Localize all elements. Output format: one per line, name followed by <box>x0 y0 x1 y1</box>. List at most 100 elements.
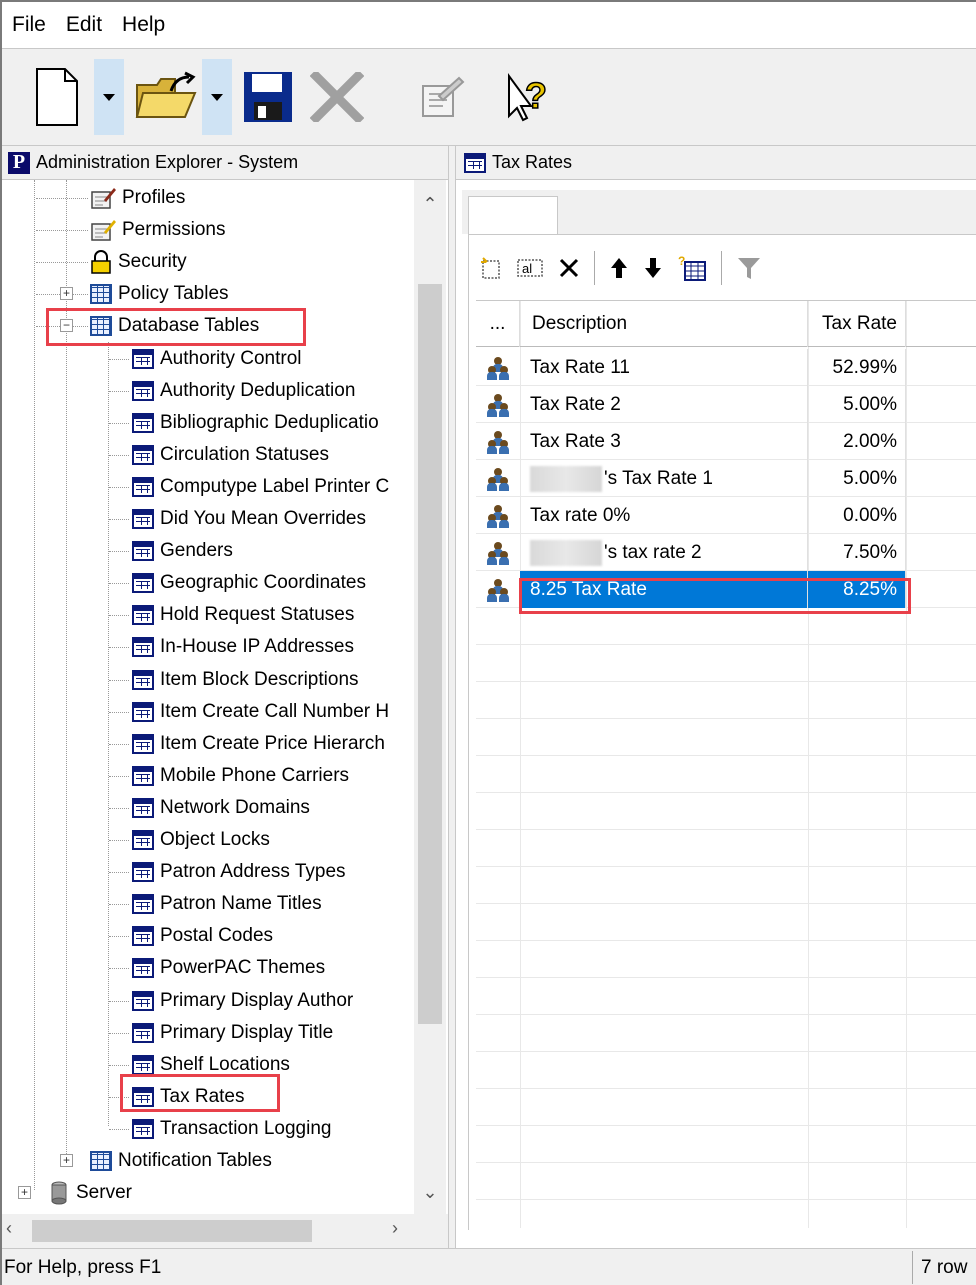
tree-item-item-block-descriptions[interactable]: Item Block Descriptions <box>132 664 359 696</box>
tree-item-bibliographic-deduplicatio[interactable]: Bibliographic Deduplicatio <box>132 407 379 439</box>
cell-tax-rate[interactable]: 0.00% <box>808 497 906 534</box>
tree-vertical-scrollbar[interactable]: ⌃ ⌄ <box>414 180 446 1214</box>
expander-database-tables[interactable]: − <box>60 319 73 333</box>
scroll-right-arrow-icon[interactable]: › <box>392 1218 398 1239</box>
table-row[interactable]: Tax rate 0% 0.00% <box>476 497 976 534</box>
empty-row <box>476 1126 976 1163</box>
tree-item-security[interactable]: Security <box>90 246 187 278</box>
tree-hscroll-thumb[interactable] <box>32 1220 312 1242</box>
tab-blank[interactable] <box>468 196 558 236</box>
tree-item-notification-tables[interactable]: Notification Tables <box>90 1145 272 1177</box>
tree-item-permissions[interactable]: Permissions <box>90 214 225 246</box>
table-row[interactable]: 's Tax Rate 1 5.00% <box>476 460 976 497</box>
open-button[interactable] <box>132 59 202 135</box>
save-button[interactable] <box>238 59 298 135</box>
description-text: 8.25 Tax Rate <box>530 578 647 600</box>
table-row[interactable]: Tax Rate 2 5.00% <box>476 386 976 423</box>
new-row-icon[interactable] <box>480 256 502 280</box>
tree-item-genders[interactable]: Genders <box>132 535 233 567</box>
menu-edit[interactable]: Edit <box>66 13 102 37</box>
tree-item-primary-display-author[interactable]: Primary Display Author <box>132 985 353 1017</box>
tree-item-item-create-call-number-h[interactable]: Item Create Call Number H <box>132 696 389 728</box>
tree-item-transaction-logging[interactable]: Transaction Logging <box>132 1113 331 1145</box>
explorer-tree[interactable]: Profiles Permissions Security + Policy Table… <box>2 180 448 1214</box>
table-row[interactable]: Tax Rate 3 2.00% <box>476 423 976 460</box>
new-document-icon <box>36 68 78 126</box>
table-row[interactable]: Tax Rate 11 52.99% <box>476 349 976 386</box>
menu-help[interactable]: Help <box>122 13 165 37</box>
column-header-tax-rate[interactable]: Tax Rate <box>808 301 906 347</box>
tree-item-label: Hold Request Statuses <box>160 604 355 626</box>
properties-button[interactable] <box>414 59 470 135</box>
scroll-down-arrow-icon[interactable]: ⌄ <box>414 1176 446 1208</box>
pane-splitter[interactable] <box>448 146 456 1248</box>
expander-policy-tables[interactable]: + <box>60 287 73 301</box>
cell-description[interactable]: Tax Rate 11 <box>520 349 808 386</box>
tree-item-policy-tables[interactable]: Policy Tables <box>90 278 229 310</box>
cell-description[interactable]: Tax Rate 3 <box>520 423 808 460</box>
tree-item-computype-label-printer-c[interactable]: Computype Label Printer C <box>132 471 389 503</box>
tree-item-label: Network Domains <box>160 796 310 818</box>
tree-item-patron-name-titles[interactable]: Patron Name Titles <box>132 888 322 920</box>
new-table-item-icon[interactable]: ? <box>677 254 707 282</box>
column-header-selector[interactable]: ... <box>476 301 520 347</box>
user-group-icon <box>487 393 509 417</box>
expander-notification-tables[interactable]: + <box>60 1154 73 1167</box>
filter-icon[interactable] <box>736 255 762 281</box>
tree-item-primary-display-title[interactable]: Primary Display Title <box>132 1017 333 1049</box>
table-row[interactable]: 8.25 Tax Rate 8.25% <box>476 571 976 608</box>
move-up-arrow-icon[interactable] <box>609 256 629 280</box>
tree-item-mobile-phone-carriers[interactable]: Mobile Phone Carriers <box>132 760 349 792</box>
column-header-description[interactable]: Description <box>520 301 808 347</box>
open-dropdown-button[interactable] <box>202 59 232 135</box>
move-down-arrow-icon[interactable] <box>643 256 663 280</box>
tree-item-network-domains[interactable]: Network Domains <box>132 792 310 824</box>
scroll-up-arrow-icon[interactable]: ⌃ <box>414 188 446 220</box>
new-document-button[interactable] <box>24 59 90 135</box>
tree-item-tax-rates[interactable]: Tax Rates <box>132 1081 244 1113</box>
tree-item-hold-request-statuses[interactable]: Hold Request Statuses <box>132 599 354 631</box>
table-icon <box>132 765 154 786</box>
tree-item-postal-codes[interactable]: Postal Codes <box>132 920 273 952</box>
new-dropdown-button[interactable] <box>94 59 124 135</box>
cell-tax-rate[interactable]: 52.99% <box>808 349 906 386</box>
tree-item-circulation-statuses[interactable]: Circulation Statuses <box>132 439 329 471</box>
tree-item-authority-deduplication[interactable]: Authority Deduplication <box>132 375 355 407</box>
cell-description[interactable]: 's Tax Rate 1 <box>520 460 808 497</box>
tree-item-powerpac-themes[interactable]: PowerPAC Themes <box>132 952 325 984</box>
tree-scroll-thumb[interactable] <box>418 284 442 1024</box>
cell-tax-rate[interactable]: 5.00% <box>808 386 906 423</box>
expander-server[interactable]: + <box>18 1186 31 1200</box>
tree-item-label: Tax Rates <box>160 1085 245 1107</box>
tree-item-patron-address-types[interactable]: Patron Address Types <box>132 856 346 888</box>
tree-item-item-create-price-hierarch[interactable]: Item Create Price Hierarch <box>132 728 385 760</box>
tree-item-profiles[interactable]: Profiles <box>90 182 185 214</box>
cell-description[interactable]: Tax rate 0% <box>520 497 808 534</box>
cell-description[interactable]: 8.25 Tax Rate <box>520 571 808 608</box>
tree-item-object-locks[interactable]: Object Locks <box>132 824 270 856</box>
help-button[interactable]: ? <box>498 59 558 135</box>
tree-item-authority-control[interactable]: Authority Control <box>132 343 302 375</box>
tree-item-in-house-ip-addresses[interactable]: In-House IP Addresses <box>132 631 354 663</box>
tree-item-label: Notification Tables <box>118 1150 272 1171</box>
tree-item-server[interactable]: Server <box>48 1177 132 1209</box>
cell-tax-rate[interactable]: 2.00% <box>808 423 906 460</box>
tree-item-database-tables[interactable]: Database Tables <box>90 310 259 342</box>
delete-button[interactable] <box>302 59 372 135</box>
tree-item-did-you-mean-overrides[interactable]: Did You Mean Overrides <box>132 503 366 535</box>
rename-field-icon[interactable]: al <box>516 256 544 280</box>
menu-file[interactable]: File <box>12 13 46 37</box>
tree-horizontal-scrollbar[interactable]: ‹ › <box>2 1214 448 1248</box>
delete-row-icon[interactable] <box>558 257 580 279</box>
tax-rates-grid[interactable]: ... Description Tax Rate Tax Rate 11 52.9… <box>476 300 976 1228</box>
cell-description[interactable]: 's tax rate 2 <box>520 534 808 571</box>
cell-tax-rate[interactable]: 8.25% <box>808 571 906 608</box>
table-row[interactable]: 's tax rate 2 7.50% <box>476 534 976 571</box>
tree-item-geographic-coordinates[interactable]: Geographic Coordinates <box>132 567 366 599</box>
cell-tax-rate[interactable]: 7.50% <box>808 534 906 571</box>
table-icon <box>132 894 154 915</box>
cell-tax-rate[interactable]: 5.00% <box>808 460 906 497</box>
tree-item-shelf-locations[interactable]: Shelf Locations <box>132 1049 290 1081</box>
scroll-left-arrow-icon[interactable]: ‹ <box>6 1218 12 1239</box>
cell-description[interactable]: Tax Rate 2 <box>520 386 808 423</box>
